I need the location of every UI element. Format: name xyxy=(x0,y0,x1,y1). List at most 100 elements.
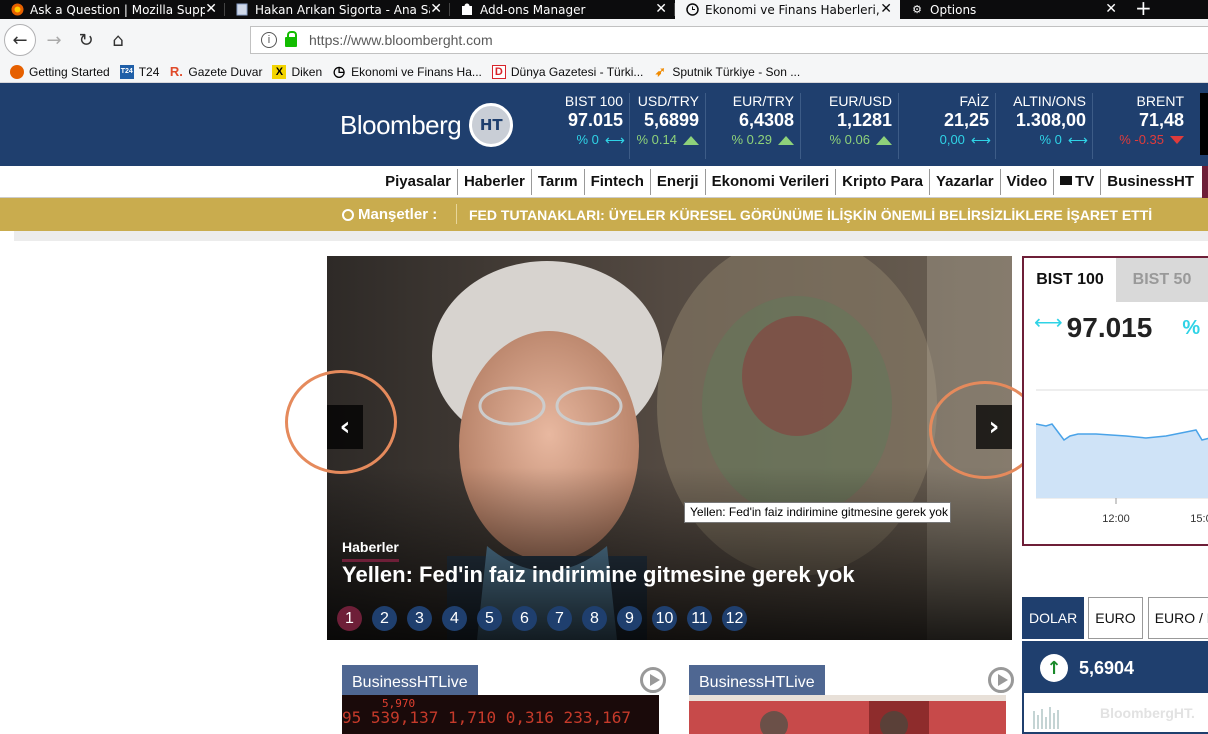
menu-item-tv[interactable]: TV xyxy=(1053,169,1100,195)
logo-text: Bloomberg xyxy=(340,109,462,140)
news-slider[interactable]: Haberler Yellen: Fed'in faiz indirimine … xyxy=(327,256,1012,640)
main-menu: Piyasalar Haberler Tarım Fintech Enerji Ekono… xyxy=(0,166,1208,198)
menu-item-ekonomi-verileri[interactable]: Ekonomi Verileri xyxy=(704,169,836,195)
slider-page-dot[interactable]: 6 xyxy=(512,606,537,631)
menu-item-kripto-para[interactable]: Kripto Para xyxy=(835,169,929,195)
menu-item-businessht[interactable]: BusinessHT xyxy=(1100,169,1200,195)
svg-text:95 539,137 1,710 0,316 233,1: 95 539,137 1,710 0,316 233,167 xyxy=(342,708,631,727)
live-box-2[interactable]: BusinessHTLive xyxy=(689,665,1014,734)
slider-page-dot[interactable]: 4 xyxy=(442,606,467,631)
menu-item-tarım[interactable]: Tarım xyxy=(530,169,584,195)
menu-item-label: Piyasalar xyxy=(385,173,451,190)
index-tabs: BIST 100 BIST 50 xyxy=(1024,258,1208,302)
firefox-icon xyxy=(10,64,24,79)
ticker-change-text: 0,00 xyxy=(939,132,965,147)
play-icon[interactable] xyxy=(640,667,666,693)
bookmarks-toolbar: Getting Started T24 T24 R. Gazete Duvar XD… xyxy=(0,61,1208,83)
slider-page-dot[interactable]: 1 xyxy=(337,606,362,631)
slider-page-dot[interactable]: 5 xyxy=(477,606,502,631)
chart-time-label: 15:0 xyxy=(1190,513,1208,525)
flat-arrow-icon: ⟷ xyxy=(1067,132,1088,148)
menu-item-fintech[interactable]: Fintech xyxy=(583,169,650,195)
menu-item-haberler[interactable]: Haberler xyxy=(456,169,531,195)
bookmark-sputnik[interactable]: ➶ Sputnik Türkiye - Son ... xyxy=(653,63,800,79)
menu-item-video[interactable]: Video xyxy=(999,169,1054,195)
headline-text[interactable]: FED TUTANAKLARI: ÜYELER KÜRESEL GÖRÜNÜME… xyxy=(469,207,1152,223)
svg-text:5,970: 5,970 xyxy=(382,697,415,710)
ticker-item[interactable]: EUR/TRY 6,4308 % 0.29 xyxy=(705,93,801,159)
bookmark-getting-started[interactable]: Getting Started xyxy=(10,64,110,79)
bookmark-ekonomi[interactable]: ◷ Ekonomi ve Finans Ha... xyxy=(332,63,482,79)
tab-mozilla-support[interactable]: Ask a Question | Mozilla Support ✕ xyxy=(0,0,225,19)
slider-category[interactable]: Haberler xyxy=(342,539,399,562)
tab-bloomberght[interactable]: Ekonomi ve Finans Haberleri, Piyasa ✕ xyxy=(675,0,900,19)
tab-dolar[interactable]: DOLAR xyxy=(1022,597,1085,639)
clock-icon xyxy=(685,3,699,17)
bloomberght-logo[interactable]: Bloomberg HT xyxy=(340,103,514,147)
bookmark-label: Dünya Gazetesi - Türki... xyxy=(510,64,644,79)
fx-value: 5,6904 xyxy=(1079,657,1135,678)
slider-page-dot[interactable]: 11 xyxy=(687,606,712,631)
site-info-icon[interactable]: i xyxy=(261,32,277,48)
forward-button[interactable]: → xyxy=(40,26,68,54)
new-tab-button[interactable]: + xyxy=(1125,0,1152,19)
tab-euro[interactable]: EURO xyxy=(1088,597,1143,639)
home-button[interactable]: ⌂ xyxy=(104,26,132,54)
menu-item-enerji[interactable]: Enerji xyxy=(649,169,705,195)
bookmark-dunya[interactable]: D Dünya Gazetesi - Türki... xyxy=(491,64,644,79)
tab-options[interactable]: ⚙ Options ✕ xyxy=(900,0,1125,19)
menu-item-label: Kripto Para xyxy=(842,173,923,190)
menu-items: Piyasalar Haberler Tarım Fintech Enerji Ekono… xyxy=(379,166,1200,198)
bookmark-gazete-duvar[interactable]: R. Gazete Duvar xyxy=(169,64,263,79)
ticker-item[interactable]: BRENT 71,48 % -0.35 xyxy=(1094,93,1190,159)
slider-title[interactable]: Yellen: Fed'in faiz indirimine gitmesine… xyxy=(342,562,855,588)
ticker-change-text: % 0 xyxy=(576,132,599,147)
ticker-item[interactable]: USD/TRY 5,6899 % 0.14 xyxy=(610,93,706,159)
live-box-1[interactable]: BusinessHTLive 95 539,137 1,710 0,316 23… xyxy=(342,665,666,734)
slider-page-dot[interactable]: 10 xyxy=(652,606,677,631)
slider-page-dot[interactable]: 3 xyxy=(407,606,432,631)
menu-item-label: Tarım xyxy=(537,173,578,190)
tab-hakan-arikan[interactable]: Hakan Arıkan Sigorta - Ana Sayfa ✕ xyxy=(225,0,450,19)
ticker-item[interactable]: ALTIN/ONS 1.308,00 % 0 ⟷ xyxy=(997,93,1093,159)
tab-title: Options xyxy=(930,2,977,17)
tab-addons-manager[interactable]: Add-ons Manager ✕ xyxy=(450,0,675,19)
ticker-change: % 0.29 xyxy=(705,131,794,149)
ticker-change: 0,00 ⟷ xyxy=(900,131,991,149)
address-bar[interactable]: i https://www.bloomberght.com xyxy=(250,26,1208,54)
close-tab-icon[interactable]: ✕ xyxy=(655,0,667,18)
ticker-item[interactable]: EUR/USD 1,1281 % 0.06 xyxy=(803,93,899,159)
reload-button[interactable]: ↻ xyxy=(72,26,100,54)
menu-item-yazarlar[interactable]: Yazarlar xyxy=(929,169,1000,195)
ticker-value: 6,4308 xyxy=(738,110,794,130)
watermark: BloombergHT. xyxy=(1100,705,1195,721)
tab-bist100[interactable]: BIST 100 xyxy=(1024,258,1116,302)
ticker-item[interactable]: FAİZ 21,25 0,00 ⟷ xyxy=(900,93,996,159)
back-arrow-icon: ← xyxy=(12,29,28,51)
tab-euro-dolar[interactable]: EURO / D xyxy=(1147,597,1208,639)
bookmark-t24[interactable]: T24 T24 xyxy=(119,64,159,79)
close-tab-icon[interactable]: ✕ xyxy=(1105,0,1117,18)
play-icon[interactable] xyxy=(988,667,1014,693)
close-tab-icon[interactable]: ✕ xyxy=(430,0,442,18)
bookmark-diken[interactable]: X Diken xyxy=(272,64,323,79)
tab-bist50[interactable]: BIST 50 xyxy=(1116,258,1208,302)
puzzle-icon xyxy=(460,3,474,17)
firefox-icon xyxy=(10,3,24,17)
menu-item-piyasalar[interactable]: Piyasalar xyxy=(379,169,457,195)
ticker-name: BRENT xyxy=(1136,93,1184,109)
sputnik-icon: ➶ xyxy=(654,63,666,79)
slider-page-dot[interactable]: 9 xyxy=(617,606,642,631)
ticker-change: % 0.14 xyxy=(610,131,699,149)
slider-page-dot[interactable]: 8 xyxy=(582,606,607,631)
slider-page-dot[interactable]: 7 xyxy=(547,606,572,631)
slider-page-dot[interactable]: 12 xyxy=(722,606,747,631)
forward-arrow-icon: → xyxy=(46,29,62,51)
close-tab-icon[interactable]: ✕ xyxy=(880,0,892,18)
menu-item-label: Video xyxy=(1006,173,1048,190)
close-tab-icon[interactable]: ✕ xyxy=(205,0,217,18)
back-button[interactable]: ← xyxy=(4,24,36,56)
bookmark-label: Diken xyxy=(291,64,323,79)
live-label: BusinessHTLive xyxy=(689,665,825,695)
slider-page-dot[interactable]: 2 xyxy=(372,606,397,631)
